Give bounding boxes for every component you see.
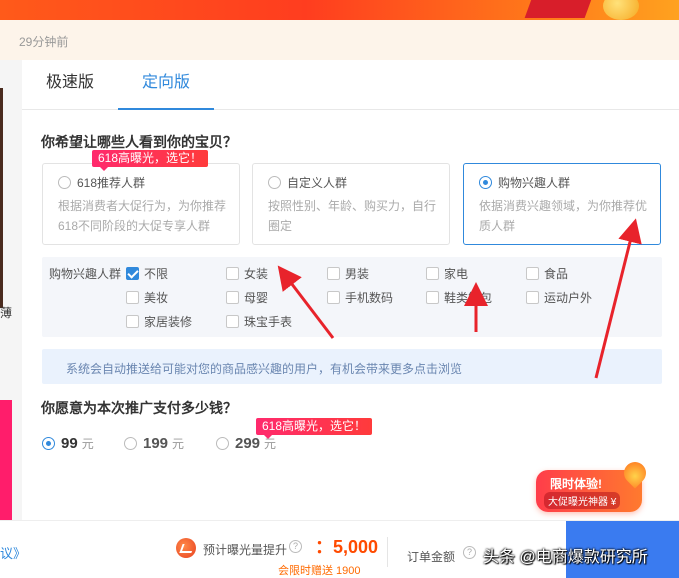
- promo-line2: 大促曝光神器 ¥: [544, 492, 621, 509]
- price-unit: 元: [172, 437, 185, 451]
- interest-option-sports[interactable]: 运动户外: [526, 289, 592, 306]
- interest-option-label: 母婴: [244, 291, 269, 305]
- payment-question: 你愿意为本次推广支付多少钱？: [41, 400, 237, 416]
- price-unit: 元: [81, 437, 94, 451]
- interest-option-beauty[interactable]: 美妆: [126, 289, 168, 306]
- interest-option-label: 食品: [544, 267, 569, 281]
- gift-note: 会限时赠送 1900: [278, 565, 361, 577]
- tab-express[interactable]: 极速版: [30, 60, 110, 110]
- left-product-strip: 薄: [0, 60, 22, 520]
- interest-option-label: 家居装修: [144, 315, 193, 329]
- product-image: [0, 88, 3, 308]
- interest-option-label: 手机数码: [345, 291, 394, 305]
- radio-icon[interactable]: [268, 176, 281, 189]
- checkbox-icon[interactable]: [226, 315, 239, 328]
- audience-card-interest[interactable]: 购物兴趣人群 依据消费兴趣领域，为你推荐优质人群: [463, 163, 661, 245]
- audience-card-618[interactable]: 618推荐人群 根据消费者大促行为，为你推荐618不同阶段的大促专享人群: [42, 163, 240, 245]
- price-option-99[interactable]: 99 元: [42, 435, 94, 452]
- radio-icon[interactable]: [216, 437, 229, 450]
- checkbox-icon[interactable]: [327, 267, 340, 280]
- checkbox-icon[interactable]: [126, 291, 139, 304]
- banner-ribbon-decoration: [524, 0, 594, 18]
- footer-divider: [387, 537, 388, 567]
- radio-icon[interactable]: [58, 176, 71, 189]
- version-tabs: 极速版 定向版: [22, 60, 679, 110]
- audience-card-desc: 依据消费兴趣领域，为你推荐优质人群: [479, 199, 648, 233]
- price-option-199[interactable]: 199 元: [124, 435, 184, 452]
- interest-option-label: 男装: [345, 267, 370, 281]
- trend-up-icon: [176, 538, 196, 558]
- product-image-pink: [0, 400, 12, 520]
- checkbox-icon[interactable]: [526, 267, 539, 280]
- interest-option-label: 美妆: [144, 291, 169, 305]
- coin-icon: [603, 0, 639, 20]
- help-icon[interactable]: ?: [463, 546, 476, 559]
- interest-option-label: 家电: [444, 267, 469, 281]
- audience-card-desc: 根据消费者大促行为，为你推荐618不同阶段的大促专享人群: [58, 199, 227, 233]
- checkbox-icon[interactable]: [126, 315, 139, 328]
- checkbox-checked-icon[interactable]: [126, 267, 139, 280]
- interest-option-label: 珠宝手表: [244, 315, 293, 329]
- checkbox-icon[interactable]: [426, 267, 439, 280]
- interest-option-womens[interactable]: 女装: [226, 265, 268, 282]
- recommend-badge: 618高曝光，选它！: [92, 150, 209, 171]
- interest-option-label: 鞋类箱包: [444, 291, 493, 305]
- interest-option-digital[interactable]: 手机数码: [327, 289, 393, 306]
- radio-selected-icon[interactable]: [479, 176, 492, 189]
- promotion-panel: 极速版 定向版 你希望让哪些人看到你的宝贝？ 618推荐人群 根据消费者大促行为…: [22, 60, 679, 520]
- flame-icon: [619, 457, 651, 489]
- interest-option-label: 运动户外: [544, 291, 593, 305]
- interest-option-unlimited[interactable]: 不限: [126, 265, 168, 282]
- interest-option-shoes-bags[interactable]: 鞋类箱包: [426, 289, 492, 306]
- interest-option-label: 不限: [144, 267, 169, 281]
- radio-selected-icon[interactable]: [42, 437, 55, 450]
- audience-card-title: 购物兴趣人群: [498, 176, 571, 190]
- radio-icon[interactable]: [124, 437, 137, 450]
- exposure-gain-value: ：5,000: [315, 537, 379, 557]
- interest-option-baby[interactable]: 母婴: [226, 289, 268, 306]
- price-value: 199: [143, 435, 169, 452]
- product-text-fragment: 薄: [0, 306, 13, 320]
- checkbox-icon[interactable]: [327, 291, 340, 304]
- checkbox-icon[interactable]: [226, 267, 239, 280]
- audience-card-custom[interactable]: 自定义人群 按照性别、年龄、购买力，自行圈定: [252, 163, 450, 245]
- notice-time: 29分钟前: [19, 35, 69, 49]
- info-bar: 系统会自动推送给可能对您的商品感兴趣的用户，有机会带来更多点击浏览: [42, 349, 662, 384]
- order-amount-label: 订单金额: [407, 550, 456, 564]
- price-value: 99: [61, 435, 78, 452]
- promo-banner: [0, 0, 679, 20]
- interest-option-label: 女装: [244, 267, 269, 281]
- exposure-gain-label: 预计曝光量提升: [203, 543, 288, 557]
- notice-bar: 29分钟前: [0, 20, 679, 60]
- audience-card-desc: 按照性别、年龄、购买力，自行圈定: [268, 199, 437, 233]
- recommend-badge: 618高曝光，选它！: [256, 418, 373, 439]
- price-value: 299: [235, 435, 261, 452]
- checkbox-icon[interactable]: [226, 291, 239, 304]
- promo-line1: 限时体验!: [550, 477, 602, 491]
- watermark: 头条 @电商爆款研究所: [483, 549, 648, 566]
- interest-option-home[interactable]: 家居装修: [126, 313, 192, 330]
- tab-targeted[interactable]: 定向版: [118, 60, 214, 110]
- audience-card-title: 自定义人群: [287, 176, 348, 190]
- price-unit: 元: [264, 437, 277, 451]
- interest-category-box: 购物兴趣人群 不限 女装 男装 家电 食品 美妆 母婴 手机数码 鞋类箱包 运动…: [42, 257, 662, 337]
- audience-question: 你希望让哪些人看到你的宝贝？: [41, 134, 237, 150]
- help-icon[interactable]: ?: [289, 540, 302, 553]
- interest-option-jewelry[interactable]: 珠宝手表: [226, 313, 292, 330]
- checkbox-icon[interactable]: [426, 291, 439, 304]
- interest-option-appliances[interactable]: 家电: [426, 265, 468, 282]
- interest-label: 购物兴趣人群: [49, 267, 122, 281]
- agreement-link[interactable]: 议》: [0, 543, 26, 562]
- audience-card-title: 618推荐人群: [77, 176, 146, 190]
- checkbox-icon[interactable]: [526, 291, 539, 304]
- interest-option-mens[interactable]: 男装: [327, 265, 369, 282]
- info-text: 系统会自动推送给可能对您的商品感兴趣的用户，有机会带来更多点击浏览: [66, 362, 463, 376]
- promo-badge-button[interactable]: 限时体验! 大促曝光神器 ¥: [536, 457, 651, 512]
- price-option-299[interactable]: 299 元: [216, 435, 276, 452]
- interest-option-food[interactable]: 食品: [526, 265, 568, 282]
